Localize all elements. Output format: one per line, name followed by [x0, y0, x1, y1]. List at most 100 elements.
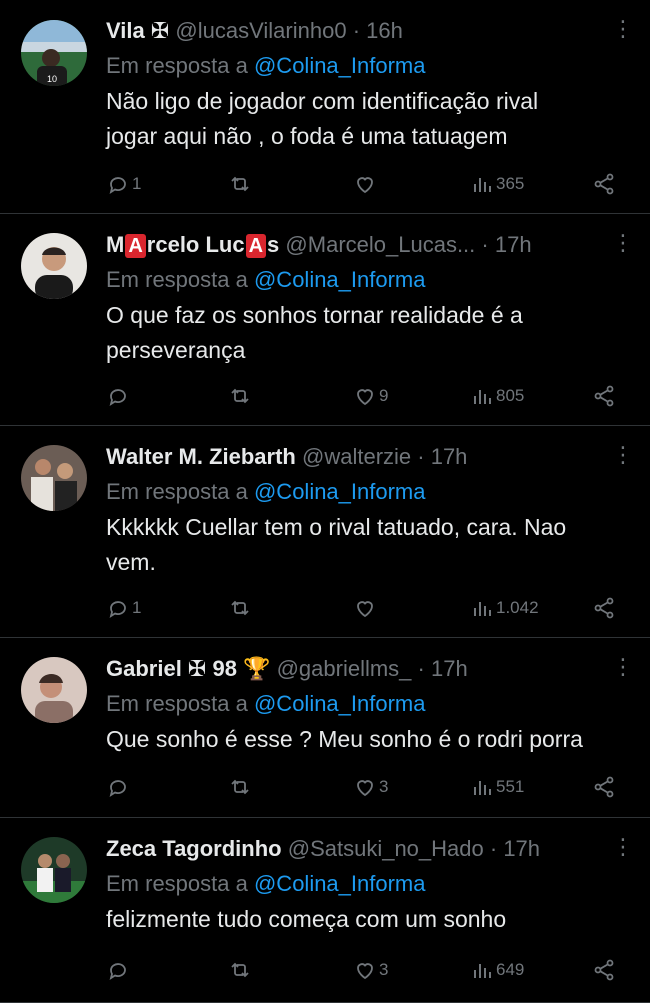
share-button[interactable] [592, 772, 616, 802]
reply-prefix: Em resposta a [106, 267, 248, 292]
avatar[interactable] [21, 445, 87, 511]
share-icon [594, 173, 614, 195]
tweet-header: Gabriel ✠ 98 🏆 @gabriellms_ · 17h [106, 652, 626, 686]
tweet-1[interactable]: 10 Vila ✠ @lucasVilarinho0 · 16h ⋮ Em re… [0, 0, 650, 214]
reply-count: 1 [132, 174, 142, 193]
views-button[interactable]: 649 [470, 955, 524, 985]
retweet-icon [231, 962, 249, 978]
tweet-text: Não ligo de jogador com identificação ri… [106, 88, 539, 149]
reply-icon [109, 177, 126, 194]
avatar[interactable] [21, 657, 87, 723]
mention-link[interactable]: @Colina_Informa [254, 53, 426, 78]
mention-link[interactable]: @Colina_Informa [254, 691, 426, 716]
display-name[interactable]: Vila ✠ [106, 18, 169, 43]
like-button[interactable]: 9 [353, 381, 388, 411]
user-handle[interactable]: @gabriellms_ [277, 656, 412, 681]
reply-context: Em resposta a @Colina_Informa [106, 262, 626, 298]
name-part: M [106, 232, 125, 257]
user-handle[interactable]: @Marcelo_Lucas... [285, 232, 475, 257]
user-handle[interactable]: @walterzie [302, 444, 411, 469]
reply-count: 1 [132, 598, 142, 617]
svg-text:10: 10 [47, 74, 57, 84]
avatar[interactable]: 10 [21, 20, 87, 86]
tweet-4[interactable]: Gabriel ✠ 98 🏆 @gabriellms_ · 17h ⋮ Em r… [0, 638, 650, 818]
like-count: 3 [379, 960, 389, 979]
share-icon [594, 776, 614, 798]
reply-prefix: Em resposta a [106, 871, 248, 896]
like-button[interactable] [353, 169, 379, 199]
like-button[interactable]: 3 [353, 772, 388, 802]
share-button[interactable] [592, 169, 616, 199]
red-a-emoji: A [245, 234, 267, 258]
retweet-button[interactable] [228, 772, 252, 802]
tweet-actions: 3 551 [106, 772, 626, 802]
timestamp[interactable]: · 17h [490, 836, 540, 861]
more-options-icon[interactable]: ⋮ [612, 652, 634, 686]
tweet-2[interactable]: M Arcelo Luc As @Marcelo_Lucas... · 17h ⋮ … [0, 214, 650, 426]
reply-button[interactable] [106, 772, 132, 802]
share-icon [594, 385, 614, 407]
tweet-header: Vila ✠ @lucasVilarinho0 · 16h [106, 14, 626, 48]
name-part: rcelo Luc [146, 232, 245, 257]
timestamp[interactable]: · 17h [417, 444, 467, 469]
view-count: 805 [496, 386, 525, 405]
retweet-button[interactable] [228, 381, 252, 411]
views-button[interactable]: 805 [470, 381, 524, 411]
views-button[interactable]: 551 [470, 772, 524, 802]
tweet-text: Que sonho é esse ? Meu sonho é o rodri p… [106, 726, 583, 752]
tweet-3[interactable]: Walter M. Ziebarth @walterzie · 17h ⋮ Em… [0, 426, 650, 638]
reply-button[interactable]: 1 [106, 169, 141, 199]
display-name[interactable]: Gabriel ✠ 98 🏆 [106, 656, 270, 681]
retweet-button[interactable] [228, 169, 252, 199]
more-options-icon[interactable]: ⋮ [612, 440, 634, 474]
like-button[interactable] [353, 593, 379, 623]
tweet-text: Kkkkkk Cuellar tem o rival tatuado, cara… [106, 514, 567, 575]
reply-button[interactable]: 1 [106, 593, 141, 623]
more-options-icon[interactable]: ⋮ [612, 14, 634, 48]
retweet-icon [231, 600, 249, 616]
tweet-actions: 3 649 [106, 955, 626, 985]
avatar[interactable] [21, 233, 87, 299]
mention-link[interactable]: @Colina_Informa [254, 479, 426, 504]
heart-icon [357, 601, 373, 618]
timestamp[interactable]: · 17h [481, 232, 531, 257]
share-button[interactable] [592, 381, 616, 411]
reply-prefix: Em resposta a [106, 691, 248, 716]
heart-icon [357, 389, 373, 406]
retweet-icon [231, 779, 249, 795]
view-count: 1.042 [496, 598, 539, 617]
like-count: 9 [379, 386, 389, 405]
reply-button[interactable] [106, 955, 132, 985]
views-chart-icon [474, 964, 491, 978]
display-name[interactable]: Zeca Tagordinho [106, 836, 282, 861]
reply-prefix: Em resposta a [106, 53, 248, 78]
reply-context: Em resposta a @Colina_Informa [106, 48, 626, 84]
like-button[interactable]: 3 [353, 955, 388, 985]
share-icon [594, 597, 614, 619]
tweet-text: felizmente tudo começa com um sonho [106, 906, 507, 932]
reply-icon [109, 780, 126, 797]
share-button[interactable] [592, 593, 616, 623]
views-chart-icon [474, 178, 491, 192]
retweet-button[interactable] [228, 593, 252, 623]
user-handle[interactable]: @lucasVilarinho0 [175, 18, 346, 43]
retweet-button[interactable] [228, 955, 252, 985]
display-name[interactable]: M Arcelo Luc As [106, 232, 279, 258]
views-button[interactable]: 1.042 [470, 593, 539, 623]
reply-context: Em resposta a @Colina_Informa [106, 686, 626, 722]
mention-link[interactable]: @Colina_Informa [254, 267, 426, 292]
timestamp[interactable]: · 16h [353, 18, 403, 43]
timestamp[interactable]: · 17h [418, 656, 468, 681]
reply-prefix: Em resposta a [106, 479, 248, 504]
avatar[interactable] [21, 837, 87, 903]
share-button[interactable] [592, 955, 616, 985]
more-options-icon[interactable]: ⋮ [612, 228, 634, 262]
retweet-icon [231, 176, 249, 192]
mention-link[interactable]: @Colina_Informa [254, 871, 426, 896]
views-button[interactable]: 365 [470, 169, 524, 199]
reply-button[interactable] [106, 381, 132, 411]
more-options-icon[interactable]: ⋮ [612, 832, 634, 866]
display-name[interactable]: Walter M. Ziebarth [106, 444, 296, 469]
tweet-5[interactable]: Zeca Tagordinho @Satsuki_no_Hado · 17h ⋮… [0, 818, 650, 1003]
user-handle[interactable]: @Satsuki_no_Hado [288, 836, 484, 861]
